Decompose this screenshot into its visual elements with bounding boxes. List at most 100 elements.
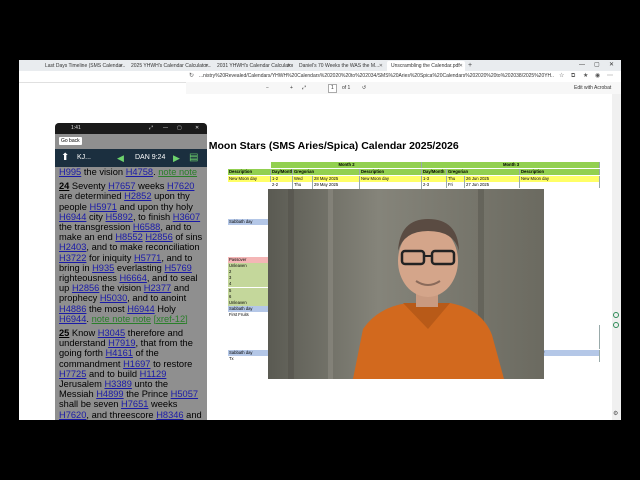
description-cell: 2 [228,269,271,275]
verse-text: to restore [150,358,193,369]
description-cell: Unleaven [228,262,271,269]
minimize-icon[interactable]: — [579,60,585,71]
strongs-link[interactable]: H6664 [119,273,146,283]
fit-page-icon[interactable]: ⤢ [302,82,306,94]
strongs-link[interactable]: H8346 [156,410,183,420]
go-back-button[interactable]: Go back [59,137,82,145]
restore-icon[interactable]: ▢ [177,123,182,134]
strongs-link[interactable]: H7657 [108,181,135,191]
extensions-icon[interactable]: ⧉ [571,71,575,82]
next-chapter-arrow-icon[interactable]: ▶ [173,149,180,167]
previous-chapter-arrow-icon[interactable]: ◀ [117,149,124,167]
strongs-link[interactable]: H7620 [59,410,86,420]
zoom-in-button[interactable]: + [290,82,293,94]
strongs-link[interactable]: H6944 [59,314,86,324]
star-icon[interactable]: ☆ [559,71,564,82]
strongs-link[interactable]: H7725 [59,369,86,379]
strongs-link[interactable]: H2852 [124,191,151,201]
strongs-link[interactable]: H5771 [134,253,161,263]
strongs-link[interactable]: H5057 [171,389,198,399]
strongs-link[interactable]: H4886 [59,304,86,314]
verse-text: , and to anoint [127,293,187,304]
strongs-link[interactable]: H7620 [167,181,194,191]
verse-text: the vision [99,283,144,294]
description-cell: 4 [228,281,271,288]
strongs-link[interactable]: H2403 [59,242,86,252]
browser-tab[interactable]: Daniel's 70 Weeks the WAS the M... ✕ [295,61,385,71]
strongs-link[interactable]: H4161 [106,348,133,358]
resize-icon[interactable]: ⤢ [149,123,153,134]
close-tab-icon[interactable]: ✕ [379,61,383,71]
note-link[interactable]: note note [158,167,197,177]
version-selector[interactable]: KJ... [77,149,91,167]
webcam-video-overlay [268,189,544,379]
browser-tab[interactable]: Last Days Timeline (SMS Calendar... ✕ [41,61,125,71]
strongs-link[interactable]: H1129 [140,369,167,379]
strongs-link[interactable]: H5030 [100,293,127,303]
strongs-link[interactable]: H8552 [115,232,142,242]
browser-tab[interactable]: Unscrambling the Calendar.pdf ✕ [387,61,465,71]
side-panel-icon[interactable] [613,312,619,318]
bible-toolbar: ⬆ KJ... ◀ DAN 9:24 ▶ ▤ [55,149,207,167]
strongs-link[interactable]: H995 [59,167,81,177]
menu-icon[interactable]: ▤ [189,149,198,167]
strongs-link[interactable]: H6944 [127,304,154,314]
maximize-icon[interactable]: ▢ [594,60,600,71]
note-link[interactable]: [xref-12] [154,314,188,324]
description-cell: 5 [228,287,271,294]
strongs-link[interactable]: H5892 [106,212,133,222]
browser-tab[interactable]: 2025 YHWH's Calendar Calculator... ✕ [127,61,211,71]
strongs-link[interactable]: H3389 [104,379,131,389]
strongs-link[interactable]: H3607 [173,212,200,222]
strongs-link[interactable]: H5769 [164,263,191,273]
side-panel-icon[interactable] [613,322,619,328]
favorites-icon[interactable]: ★ [583,71,588,82]
pdf-scrollbar[interactable] [612,94,621,420]
strongs-link[interactable]: H5971 [90,202,117,212]
strongs-link[interactable]: H3722 [59,253,86,263]
close-tab-icon[interactable]: ✕ [119,61,123,71]
strongs-link[interactable]: H6588 [133,222,160,232]
reference-selector[interactable]: DAN 9:24 [135,149,165,167]
strongs-link[interactable]: H4899 [96,389,123,399]
verse-text: Seventy [69,181,109,192]
strongs-link[interactable]: H4758 [126,167,153,177]
strongs-link[interactable]: H7919 [108,338,135,348]
bible-text: H995 the vision H4758. note note 24 Seve… [59,167,203,420]
strongs-link[interactable]: H7651 [121,399,148,409]
strongs-link[interactable]: H2856 [72,283,99,293]
weekday-cell: Fri [447,182,465,189]
profile-icon[interactable]: ◉ [595,71,600,82]
close-tab-icon[interactable]: ✕ [287,61,291,71]
library-icon[interactable]: ⬆ [61,149,69,167]
strongs-link[interactable]: H2377 [144,283,171,293]
strongs-link[interactable]: H3045 [98,328,125,338]
url-field[interactable]: ...nistry%20Revealed/Calendars/YHWH%20Ca… [199,72,554,81]
verse-text: everlasting [114,262,165,273]
reload-icon[interactable]: ↻ [189,71,194,82]
strongs-link[interactable]: H935 [92,263,114,273]
close-tab-icon[interactable]: ✕ [459,61,463,71]
description-cell: Tx [228,355,271,362]
strongs-link[interactable]: H6944 [59,212,86,222]
page-total: of 1 [342,85,351,91]
edit-with-acrobat-button[interactable]: Edit with Acrobat [574,82,611,94]
strongs-link[interactable]: H2856 [145,232,172,242]
strongs-link[interactable]: H1697 [123,359,150,369]
verse-24: 24 Seventy H7657 weeks H7620 are determi… [59,181,203,324]
close-icon[interactable]: ✕ [195,123,199,134]
minimize-icon[interactable]: — [163,123,168,134]
settings-gear-icon[interactable]: ⚙ [613,410,618,417]
bible-app-phone-window: 1:41 ⤢ — ▢ ✕ Go back ⬆ KJ... ◀ DAN 9:24 … [55,123,207,420]
verse-text: , and to make reconciliation [86,242,200,253]
close-window-icon[interactable]: ✕ [609,60,614,71]
browser-tab[interactable]: 2031 YHWH's Calendar Calculator... ✕ [213,61,293,71]
close-tab-icon[interactable]: ✕ [205,61,209,71]
more-icon[interactable]: ⋯ [607,71,613,82]
day-month-cell: 2-3 [422,182,447,189]
zoom-out-button[interactable]: − [266,82,269,94]
rotate-icon[interactable]: ↺ [362,82,366,94]
page-number-input[interactable]: 1 [328,84,337,93]
note-link[interactable]: note note note [92,314,151,324]
new-tab-button[interactable]: + [468,61,472,71]
